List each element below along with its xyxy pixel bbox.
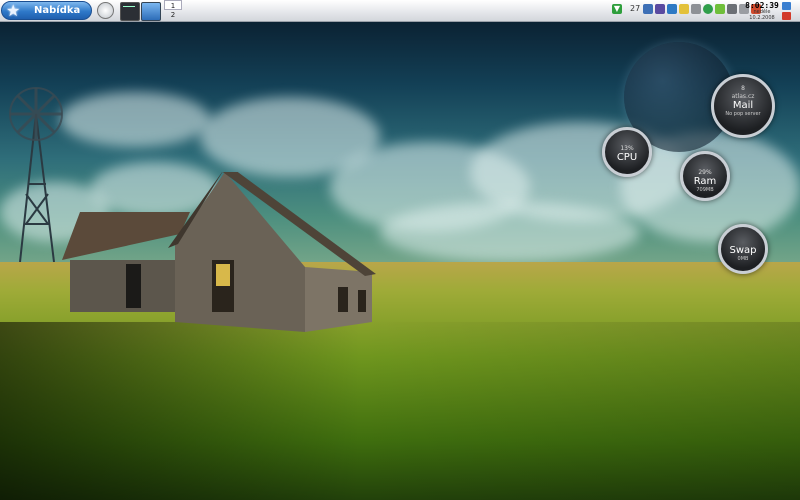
start-menu-button[interactable]: ★ Nabídka — [1, 1, 92, 20]
network-icon[interactable] — [643, 4, 653, 14]
taskbar: ★ Nabídka 1 2 ▼ 27 8:02:39 neděle 10.2.2… — [0, 0, 800, 22]
workspace-2[interactable]: 2 — [164, 10, 182, 20]
window-list-icon[interactable] — [782, 2, 791, 10]
show-desktop-icon[interactable] — [141, 2, 161, 21]
note-icon[interactable] — [679, 4, 689, 14]
house-graphic — [62, 172, 376, 332]
swap-title: Swap — [729, 245, 757, 256]
workspace-1[interactable]: 1 — [164, 0, 182, 10]
clock-date: 10.2.2008 — [749, 15, 775, 21]
volume-icon[interactable] — [727, 4, 737, 14]
clock[interactable]: 8:02:39 neděle 10.2.2008 — [744, 1, 780, 21]
refresh-icon[interactable] — [715, 4, 725, 14]
gear-icon[interactable] — [691, 4, 701, 14]
update-icon[interactable] — [703, 4, 713, 14]
workspace-pager: 1 2 — [164, 0, 184, 21]
mail-gadget[interactable]: 8 atlas.cz Mail No pop server — [711, 74, 775, 138]
swap-gadget[interactable]: Swap 0MB — [718, 224, 768, 274]
mail-title: Mail — [732, 100, 754, 111]
ram-title: Ram — [693, 176, 717, 187]
desktop-wallpaper: 8 atlas.cz Mail No pop server 13% CPU 29… — [0, 22, 800, 500]
cpu-percent: 13% — [620, 145, 634, 152]
ram-gadget[interactable]: 29% Ram 709MB — [680, 151, 730, 201]
terminal-icon[interactable] — [120, 2, 140, 21]
mail-status: No pop server — [725, 111, 761, 117]
power-icon[interactable] — [782, 12, 791, 20]
tray-count: 27 — [630, 4, 641, 13]
cpu-title: CPU — [616, 152, 638, 163]
star-icon: ★ — [6, 1, 21, 20]
start-menu-label: Nabídka — [34, 5, 81, 16]
app-icon[interactable] — [655, 4, 665, 14]
mail-host: atlas.cz — [731, 93, 755, 100]
clock-app-icon[interactable] — [97, 2, 114, 19]
cpu-gadget[interactable]: 13% CPU — [602, 127, 652, 177]
swap-detail: 0MB — [737, 256, 749, 262]
download-arrow-icon[interactable]: ▼ — [612, 4, 622, 14]
mail-count: 8 — [741, 85, 745, 92]
ram-percent: 29% — [698, 169, 712, 176]
windmill-graphic — [9, 87, 63, 263]
ram-detail: 709MB — [696, 187, 714, 193]
sync-icon[interactable] — [667, 4, 677, 14]
